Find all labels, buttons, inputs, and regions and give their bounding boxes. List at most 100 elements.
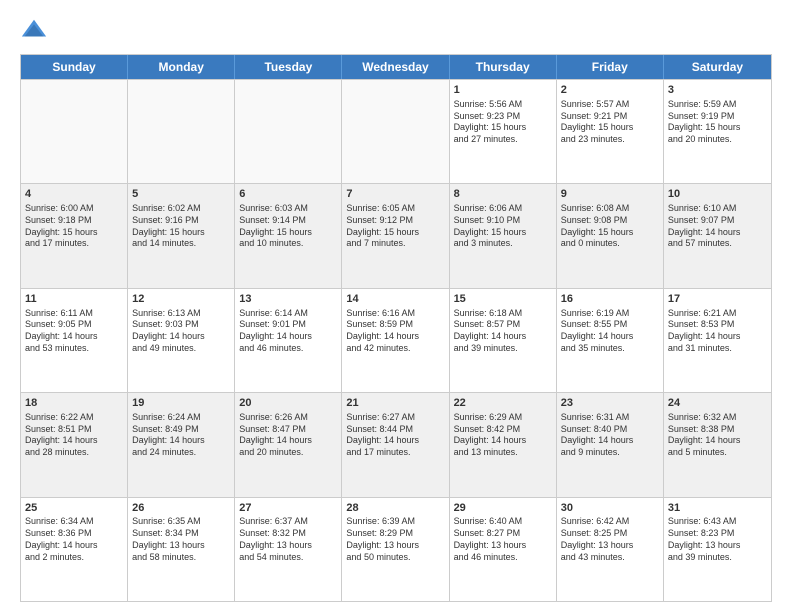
daylight-info: Sunrise: 5:57 AM Sunset: 9:21 PM Dayligh… xyxy=(561,99,659,146)
daylight-info: Sunrise: 6:02 AM Sunset: 9:16 PM Dayligh… xyxy=(132,203,230,250)
daylight-info: Sunrise: 6:32 AM Sunset: 8:38 PM Dayligh… xyxy=(668,412,767,459)
daylight-info: Sunrise: 6:05 AM Sunset: 9:12 PM Dayligh… xyxy=(346,203,444,250)
day-cell-7: 7Sunrise: 6:05 AM Sunset: 9:12 PM Daylig… xyxy=(342,184,449,287)
day-cell-4: 4Sunrise: 6:00 AM Sunset: 9:18 PM Daylig… xyxy=(21,184,128,287)
day-cell-17: 17Sunrise: 6:21 AM Sunset: 8:53 PM Dayli… xyxy=(664,289,771,392)
day-cell-2: 2Sunrise: 5:57 AM Sunset: 9:21 PM Daylig… xyxy=(557,80,664,183)
calendar: SundayMondayTuesdayWednesdayThursdayFrid… xyxy=(20,54,772,602)
daylight-info: Sunrise: 6:26 AM Sunset: 8:47 PM Dayligh… xyxy=(239,412,337,459)
day-cell-8: 8Sunrise: 6:06 AM Sunset: 9:10 PM Daylig… xyxy=(450,184,557,287)
day-number: 26 xyxy=(132,501,230,516)
day-number: 10 xyxy=(668,187,767,202)
day-number: 17 xyxy=(668,292,767,307)
day-number: 27 xyxy=(239,501,337,516)
daylight-info: Sunrise: 6:14 AM Sunset: 9:01 PM Dayligh… xyxy=(239,308,337,355)
day-number: 1 xyxy=(454,83,552,98)
day-cell-22: 22Sunrise: 6:29 AM Sunset: 8:42 PM Dayli… xyxy=(450,393,557,496)
day-cell-29: 29Sunrise: 6:40 AM Sunset: 8:27 PM Dayli… xyxy=(450,498,557,601)
day-cell-11: 11Sunrise: 6:11 AM Sunset: 9:05 PM Dayli… xyxy=(21,289,128,392)
daylight-info: Sunrise: 6:10 AM Sunset: 9:07 PM Dayligh… xyxy=(668,203,767,250)
day-cell-18: 18Sunrise: 6:22 AM Sunset: 8:51 PM Dayli… xyxy=(21,393,128,496)
logo xyxy=(20,16,52,44)
day-cell-28: 28Sunrise: 6:39 AM Sunset: 8:29 PM Dayli… xyxy=(342,498,449,601)
day-cell-1: 1Sunrise: 5:56 AM Sunset: 9:23 PM Daylig… xyxy=(450,80,557,183)
day-header-sunday: Sunday xyxy=(21,55,128,79)
daylight-info: Sunrise: 6:11 AM Sunset: 9:05 PM Dayligh… xyxy=(25,308,123,355)
calendar-row-4: 18Sunrise: 6:22 AM Sunset: 8:51 PM Dayli… xyxy=(21,392,771,496)
page: SundayMondayTuesdayWednesdayThursdayFrid… xyxy=(0,0,792,612)
empty-cell xyxy=(342,80,449,183)
day-number: 21 xyxy=(346,396,444,411)
daylight-info: Sunrise: 6:00 AM Sunset: 9:18 PM Dayligh… xyxy=(25,203,123,250)
day-number: 30 xyxy=(561,501,659,516)
day-cell-14: 14Sunrise: 6:16 AM Sunset: 8:59 PM Dayli… xyxy=(342,289,449,392)
day-header-saturday: Saturday xyxy=(664,55,771,79)
header xyxy=(20,16,772,44)
day-cell-24: 24Sunrise: 6:32 AM Sunset: 8:38 PM Dayli… xyxy=(664,393,771,496)
day-number: 22 xyxy=(454,396,552,411)
day-header-thursday: Thursday xyxy=(450,55,557,79)
daylight-info: Sunrise: 5:56 AM Sunset: 9:23 PM Dayligh… xyxy=(454,99,552,146)
day-cell-6: 6Sunrise: 6:03 AM Sunset: 9:14 PM Daylig… xyxy=(235,184,342,287)
day-header-friday: Friday xyxy=(557,55,664,79)
day-number: 2 xyxy=(561,83,659,98)
day-number: 12 xyxy=(132,292,230,307)
daylight-info: Sunrise: 6:29 AM Sunset: 8:42 PM Dayligh… xyxy=(454,412,552,459)
day-number: 14 xyxy=(346,292,444,307)
daylight-info: Sunrise: 6:31 AM Sunset: 8:40 PM Dayligh… xyxy=(561,412,659,459)
daylight-info: Sunrise: 6:24 AM Sunset: 8:49 PM Dayligh… xyxy=(132,412,230,459)
calendar-body: 1Sunrise: 5:56 AM Sunset: 9:23 PM Daylig… xyxy=(21,79,771,601)
day-number: 4 xyxy=(25,187,123,202)
day-number: 8 xyxy=(454,187,552,202)
daylight-info: Sunrise: 6:19 AM Sunset: 8:55 PM Dayligh… xyxy=(561,308,659,355)
day-number: 20 xyxy=(239,396,337,411)
day-number: 19 xyxy=(132,396,230,411)
daylight-info: Sunrise: 6:13 AM Sunset: 9:03 PM Dayligh… xyxy=(132,308,230,355)
day-cell-25: 25Sunrise: 6:34 AM Sunset: 8:36 PM Dayli… xyxy=(21,498,128,601)
day-cell-31: 31Sunrise: 6:43 AM Sunset: 8:23 PM Dayli… xyxy=(664,498,771,601)
daylight-info: Sunrise: 6:43 AM Sunset: 8:23 PM Dayligh… xyxy=(668,516,767,563)
day-number: 24 xyxy=(668,396,767,411)
day-cell-19: 19Sunrise: 6:24 AM Sunset: 8:49 PM Dayli… xyxy=(128,393,235,496)
daylight-info: Sunrise: 6:35 AM Sunset: 8:34 PM Dayligh… xyxy=(132,516,230,563)
daylight-info: Sunrise: 6:37 AM Sunset: 8:32 PM Dayligh… xyxy=(239,516,337,563)
daylight-info: Sunrise: 6:08 AM Sunset: 9:08 PM Dayligh… xyxy=(561,203,659,250)
day-number: 16 xyxy=(561,292,659,307)
daylight-info: Sunrise: 5:59 AM Sunset: 9:19 PM Dayligh… xyxy=(668,99,767,146)
day-cell-15: 15Sunrise: 6:18 AM Sunset: 8:57 PM Dayli… xyxy=(450,289,557,392)
day-number: 29 xyxy=(454,501,552,516)
day-cell-26: 26Sunrise: 6:35 AM Sunset: 8:34 PM Dayli… xyxy=(128,498,235,601)
daylight-info: Sunrise: 6:42 AM Sunset: 8:25 PM Dayligh… xyxy=(561,516,659,563)
logo-icon xyxy=(20,16,48,44)
calendar-row-2: 4Sunrise: 6:00 AM Sunset: 9:18 PM Daylig… xyxy=(21,183,771,287)
day-cell-10: 10Sunrise: 6:10 AM Sunset: 9:07 PM Dayli… xyxy=(664,184,771,287)
day-number: 11 xyxy=(25,292,123,307)
day-number: 13 xyxy=(239,292,337,307)
day-number: 25 xyxy=(25,501,123,516)
day-header-tuesday: Tuesday xyxy=(235,55,342,79)
day-number: 23 xyxy=(561,396,659,411)
day-number: 28 xyxy=(346,501,444,516)
day-number: 18 xyxy=(25,396,123,411)
day-header-wednesday: Wednesday xyxy=(342,55,449,79)
day-cell-13: 13Sunrise: 6:14 AM Sunset: 9:01 PM Dayli… xyxy=(235,289,342,392)
day-number: 5 xyxy=(132,187,230,202)
day-cell-30: 30Sunrise: 6:42 AM Sunset: 8:25 PM Dayli… xyxy=(557,498,664,601)
day-number: 9 xyxy=(561,187,659,202)
day-header-monday: Monday xyxy=(128,55,235,79)
daylight-info: Sunrise: 6:21 AM Sunset: 8:53 PM Dayligh… xyxy=(668,308,767,355)
daylight-info: Sunrise: 6:06 AM Sunset: 9:10 PM Dayligh… xyxy=(454,203,552,250)
calendar-row-1: 1Sunrise: 5:56 AM Sunset: 9:23 PM Daylig… xyxy=(21,79,771,183)
daylight-info: Sunrise: 6:27 AM Sunset: 8:44 PM Dayligh… xyxy=(346,412,444,459)
day-cell-20: 20Sunrise: 6:26 AM Sunset: 8:47 PM Dayli… xyxy=(235,393,342,496)
day-cell-5: 5Sunrise: 6:02 AM Sunset: 9:16 PM Daylig… xyxy=(128,184,235,287)
daylight-info: Sunrise: 6:18 AM Sunset: 8:57 PM Dayligh… xyxy=(454,308,552,355)
daylight-info: Sunrise: 6:16 AM Sunset: 8:59 PM Dayligh… xyxy=(346,308,444,355)
day-number: 15 xyxy=(454,292,552,307)
empty-cell xyxy=(21,80,128,183)
daylight-info: Sunrise: 6:22 AM Sunset: 8:51 PM Dayligh… xyxy=(25,412,123,459)
day-cell-23: 23Sunrise: 6:31 AM Sunset: 8:40 PM Dayli… xyxy=(557,393,664,496)
daylight-info: Sunrise: 6:40 AM Sunset: 8:27 PM Dayligh… xyxy=(454,516,552,563)
day-cell-12: 12Sunrise: 6:13 AM Sunset: 9:03 PM Dayli… xyxy=(128,289,235,392)
day-cell-3: 3Sunrise: 5:59 AM Sunset: 9:19 PM Daylig… xyxy=(664,80,771,183)
